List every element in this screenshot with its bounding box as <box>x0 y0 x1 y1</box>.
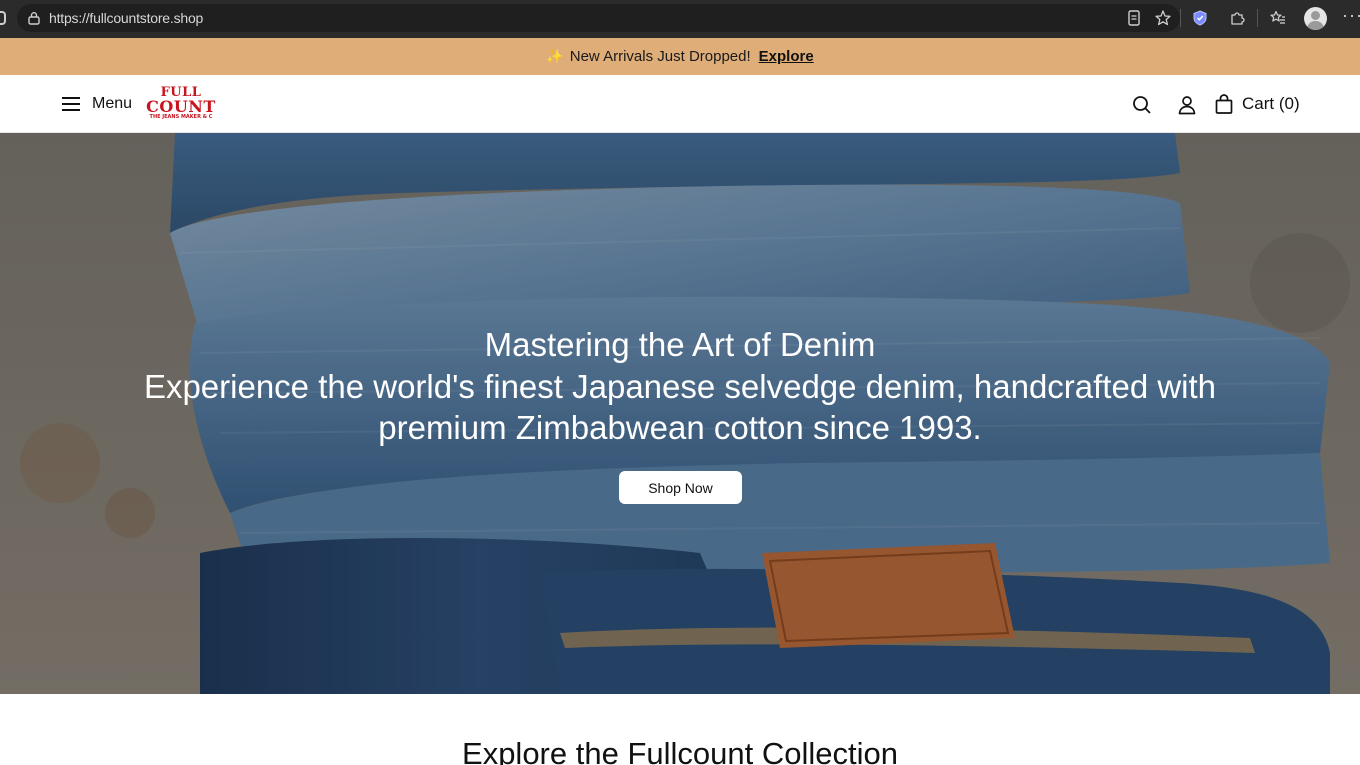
hero-banner: Mastering the Art of Denim Experience th… <box>0 133 1360 694</box>
lock-icon[interactable] <box>27 11 41 25</box>
hamburger-icon <box>62 97 80 111</box>
menu-label: Menu <box>92 95 133 112</box>
puzzle-extension-icon[interactable] <box>1227 8 1247 28</box>
announcement-explore-link[interactable]: Explore <box>759 48 814 65</box>
cart-bag-icon <box>1215 94 1233 114</box>
collection-section-title: Explore the Fullcount Collection <box>462 736 898 765</box>
toolbar-divider <box>1180 9 1181 27</box>
browser-toolbar: https://fullcountstore.shop ··· <box>0 0 1360 38</box>
favorites-icon[interactable] <box>1268 8 1288 28</box>
shop-now-button[interactable]: Shop Now <box>619 471 742 504</box>
profile-avatar[interactable] <box>1304 7 1327 30</box>
announcement-bar: ✨ New Arrivals Just Dropped! Explore <box>0 38 1360 75</box>
sparkle-icon: ✨ <box>546 48 564 64</box>
account-icon[interactable] <box>1176 94 1198 116</box>
brand-logo[interactable]: FULL COUNT THE JEANS MAKER & C <box>146 86 216 122</box>
reader-icon[interactable] <box>1124 8 1144 28</box>
hero-title: Mastering the Art of Denim <box>484 326 876 363</box>
more-icon[interactable]: ··· <box>1342 5 1360 26</box>
logo-line2: COUNT <box>146 97 216 116</box>
back-icon[interactable] <box>0 11 6 25</box>
toolbar-divider-2 <box>1257 9 1258 27</box>
logo-line3: THE JEANS MAKER & C <box>149 114 213 120</box>
cart-link[interactable]: Cart (0) <box>1214 93 1300 115</box>
cart-label: Cart (0) <box>1242 94 1300 113</box>
favorite-star-icon[interactable] <box>1153 8 1173 28</box>
menu-button[interactable]: Menu <box>60 93 132 115</box>
site-header: Menu FULL COUNT THE JEANS MAKER & C Cart… <box>0 75 1360 133</box>
hero-subtitle: Experience the world's finest Japanese s… <box>143 368 1217 446</box>
search-icon[interactable] <box>1131 94 1153 116</box>
shield-extension-icon[interactable] <box>1190 8 1210 28</box>
url-text[interactable]: https://fullcountstore.shop <box>49 10 203 26</box>
announcement-text: New Arrivals Just Dropped! <box>569 48 751 65</box>
address-bar[interactable]: https://fullcountstore.shop <box>17 4 1180 32</box>
